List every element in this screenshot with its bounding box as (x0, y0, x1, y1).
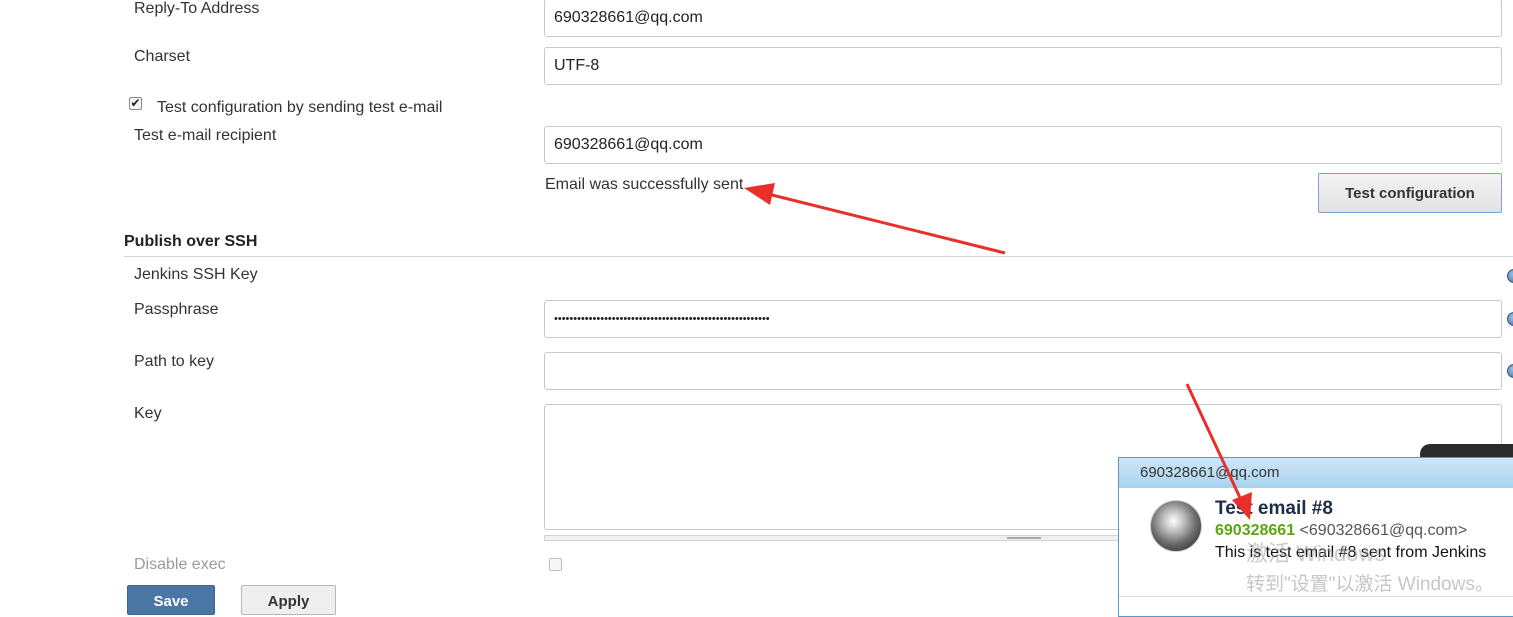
annotation-arrows (744, 183, 1252, 520)
arrow-icon (744, 183, 1006, 255)
arrow-icon (1185, 383, 1252, 520)
